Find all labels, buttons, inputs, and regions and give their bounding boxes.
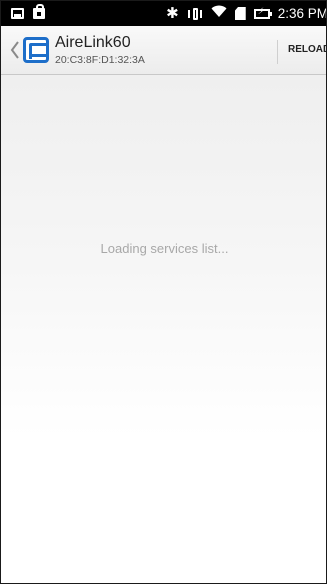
status-bar-left	[11, 4, 45, 21]
vibrate-icon	[187, 7, 203, 20]
action-bar-divider	[277, 40, 278, 64]
device-title: AireLink60	[55, 34, 131, 51]
bluetooth-icon: ✱	[166, 4, 179, 22]
device-address: 20:C3:8F:D1:32:3A	[55, 54, 145, 66]
action-bar: AireLink60 20:C3:8F:D1:32:3A RELOAD	[1, 26, 326, 75]
phone-screen: ✱ 2:36 PM AireLink60 20:C3:8F:D1:32:3A R…	[0, 0, 327, 584]
gallery-icon	[11, 8, 24, 19]
airelink-logo-icon[interactable]	[23, 37, 49, 63]
reload-button[interactable]: RELOAD	[288, 44, 326, 56]
status-bar-right: ✱ 2:36 PM	[166, 4, 327, 22]
wifi-icon	[211, 5, 227, 22]
up-navigation-icon[interactable]	[10, 40, 20, 60]
status-bar: ✱ 2:36 PM	[1, 1, 327, 26]
sim-card-icon	[234, 7, 246, 20]
status-time: 2:36 PM	[277, 6, 327, 21]
loading-message: Loading services list...	[100, 241, 229, 256]
battery-charging-icon	[253, 7, 272, 19]
shopping-bag-icon	[33, 4, 45, 19]
